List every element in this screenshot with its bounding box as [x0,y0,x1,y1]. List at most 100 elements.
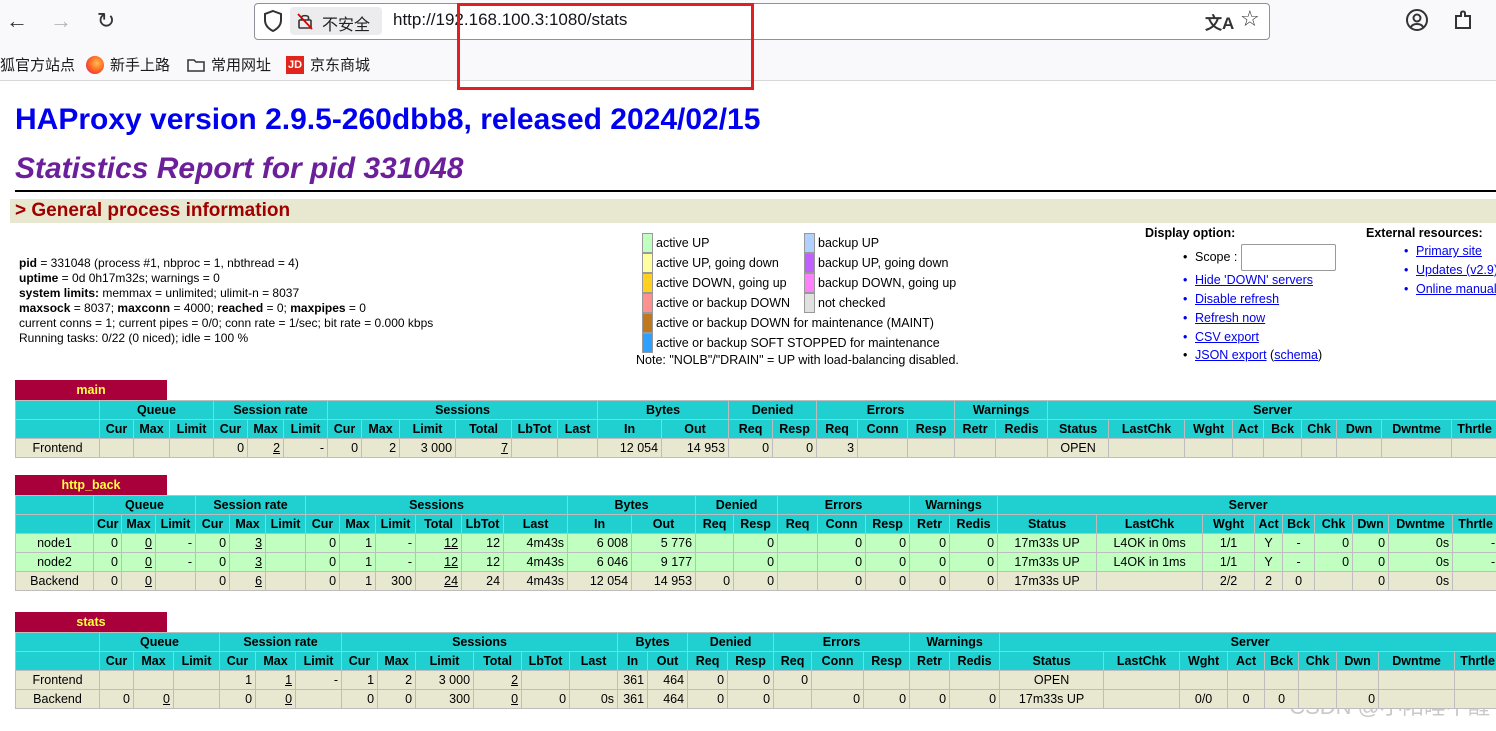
column-header: Total [455,419,513,439]
table-cell: 0s [1388,533,1454,553]
table-cell: 0s [1388,571,1454,591]
column-header: Limit [265,514,307,534]
table-cell: OPEN [1047,438,1110,458]
table-row: Backend 0 0 0 6 0 1 300 24 24 4m43s 12 054 14 953 0 0 0… [15,571,1496,591]
table-cell [1179,670,1229,690]
group-header: Warnings [909,632,1001,652]
column-header: Req [695,514,735,534]
row-name[interactable]: node2 [15,552,94,572]
table-cell [99,438,134,458]
group-header: Sessions [327,400,599,420]
table-cell: 1 [339,552,377,572]
column-header: Status [999,651,1105,671]
refresh-now-link[interactable]: Refresh now [1183,311,1265,325]
column-header: Limit [295,651,343,671]
table-cell: 0 [733,552,779,572]
legend-label: active UP, going down [656,256,779,270]
scope-input[interactable] [1241,244,1336,271]
group-header: Errors [816,400,956,420]
row-name[interactable]: Frontend [15,670,100,690]
table-cell [1451,438,1496,458]
bookmark-getting-started[interactable]: 新手上路 [86,54,170,75]
column-header: Dwntme [1378,651,1456,671]
csv-export-link[interactable]: CSV export [1183,330,1259,344]
online-manual-link[interactable]: Online manual [1404,282,1496,296]
table-cell: 0 [863,689,911,709]
bookmark-label: 狐官方站点 [0,57,76,74]
extensions-icon[interactable] [1452,8,1474,32]
back-icon[interactable]: ← [2,6,32,36]
table-cell [133,438,170,458]
table-cell [1103,689,1181,709]
proxy-title-http-back[interactable]: http_back [15,475,167,495]
column-header: In [597,419,663,439]
table-cell: 0 [949,689,1001,709]
table-cell: - [154,533,197,553]
column-header: Max [361,419,401,439]
table-cell: 0 [93,533,122,553]
column-header: Chk [1314,514,1354,534]
primary-site-link[interactable]: Primary site [1404,244,1482,258]
column-header: Limit [375,514,417,534]
table-cell: 0 [133,689,174,709]
table-cell: 0 [687,689,729,709]
table-cell: 3 [229,552,267,572]
table-cell: 6 046 [567,552,633,572]
reload-icon[interactable]: ↻ [91,6,121,36]
table-cell: OPEN [999,670,1105,690]
translate-icon[interactable]: 文A [1205,9,1234,34]
table-cell [1232,438,1265,458]
row-name[interactable]: Backend [15,689,100,709]
table-cell: 300 [375,571,417,591]
table-cell: 4m43s [503,552,569,572]
table-cell [863,670,911,690]
shield-icon[interactable] [262,9,284,33]
column-header: Cur [99,651,134,671]
bookmark-common-sites[interactable]: 常用网址 [187,54,271,75]
json-export-link[interactable]: JSON export [1195,348,1267,362]
group-header: Warnings [954,400,1049,420]
table-cell: 0 [255,689,297,709]
table-cell: 0 [1282,571,1316,591]
external-resources: External resources: Primary site Updates… [1366,226,1496,296]
row-name[interactable]: node1 [15,533,94,553]
table-cell: - [283,438,329,458]
json-export-item: JSON export (schema) [1183,348,1322,362]
column-header: Out [647,651,689,671]
disable-refresh-link[interactable]: Disable refresh [1183,292,1279,306]
table-cell: 0 [1352,571,1390,591]
proxy-title-stats[interactable]: stats [15,612,167,632]
table-cell: 0 [1314,533,1354,553]
bookmark-official-sites[interactable]: 狐官方站点 [0,54,75,75]
proxy-title-main[interactable]: main [15,380,167,400]
table-cell: 0 [817,552,867,572]
table-cell: 0 [773,670,813,690]
table-cell [569,670,619,690]
hide-down-servers-link[interactable]: Hide 'DOWN' servers [1183,273,1313,287]
column-header: Limit [283,419,329,439]
column-header: Resp [865,514,911,534]
row-name[interactable]: Backend [15,571,94,591]
account-icon[interactable] [1405,8,1429,32]
table-cell: 3 [816,438,859,458]
updates-link[interactable]: Updates (v2.9) [1404,263,1496,277]
column-header: Status [1047,419,1110,439]
row-name[interactable]: Frontend [15,438,100,458]
column-header: Total [415,514,463,534]
group-header: Warnings [909,495,999,515]
legend-swatch [804,273,815,293]
table-cell: 0 [949,533,999,553]
column-header: Req [777,514,819,534]
table-cell: 0 [121,571,156,591]
table-cell [954,438,997,458]
bookmark-star-icon[interactable]: ☆ [1240,6,1260,32]
table-cell: 0 [909,571,951,591]
column-header: Redis [949,514,999,534]
column-header: Dwntme [1381,419,1453,439]
bookmark-jd[interactable]: JD 京东商城 [286,54,370,75]
table-cell [773,689,813,709]
schema-link[interactable]: schema [1274,348,1318,362]
security-indicator[interactable]: 不安全 [290,7,382,35]
table-cell: 464 [647,689,689,709]
forward-icon[interactable]: → [46,6,76,36]
